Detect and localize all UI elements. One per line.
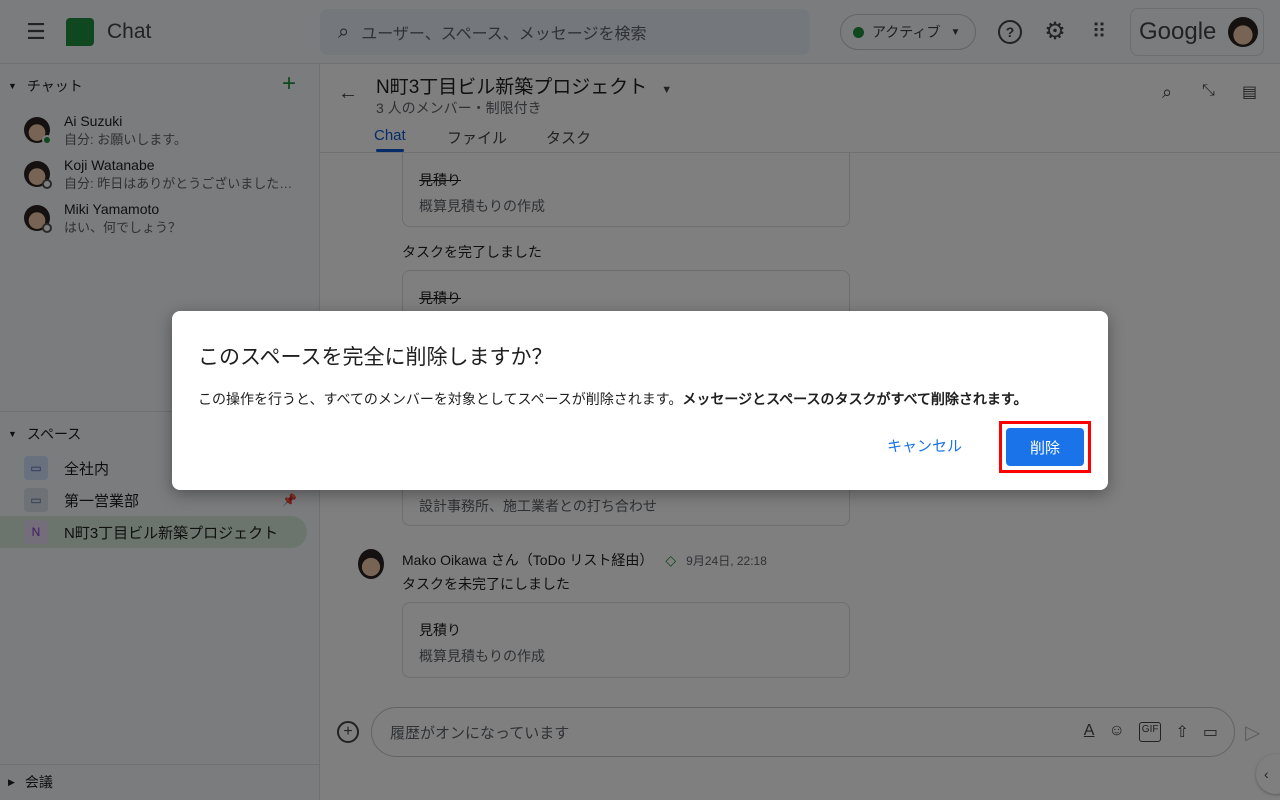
dialog-title: このスペースを完全に削除しますか？ bbox=[198, 346, 553, 369]
dialog-body-warning: メッセージとスペースのタスクがすべて削除されます。 bbox=[682, 391, 1028, 407]
cancel-button[interactable]: キャンセル bbox=[887, 435, 962, 456]
delete-button[interactable]: 削除 bbox=[1006, 428, 1084, 466]
delete-space-dialog: このスペースを完全に削除しますか？ この操作を行うと、すべてのメンバーを対象とし… bbox=[172, 311, 1108, 490]
dialog-body-text: この操作を行うと、すべてのメンバーを対象としてスペースが削除されます。 bbox=[198, 391, 683, 407]
dialog-body: この操作を行うと、すべてのメンバーを対象としてスペースが削除されます。メッセージ… bbox=[198, 389, 1082, 409]
